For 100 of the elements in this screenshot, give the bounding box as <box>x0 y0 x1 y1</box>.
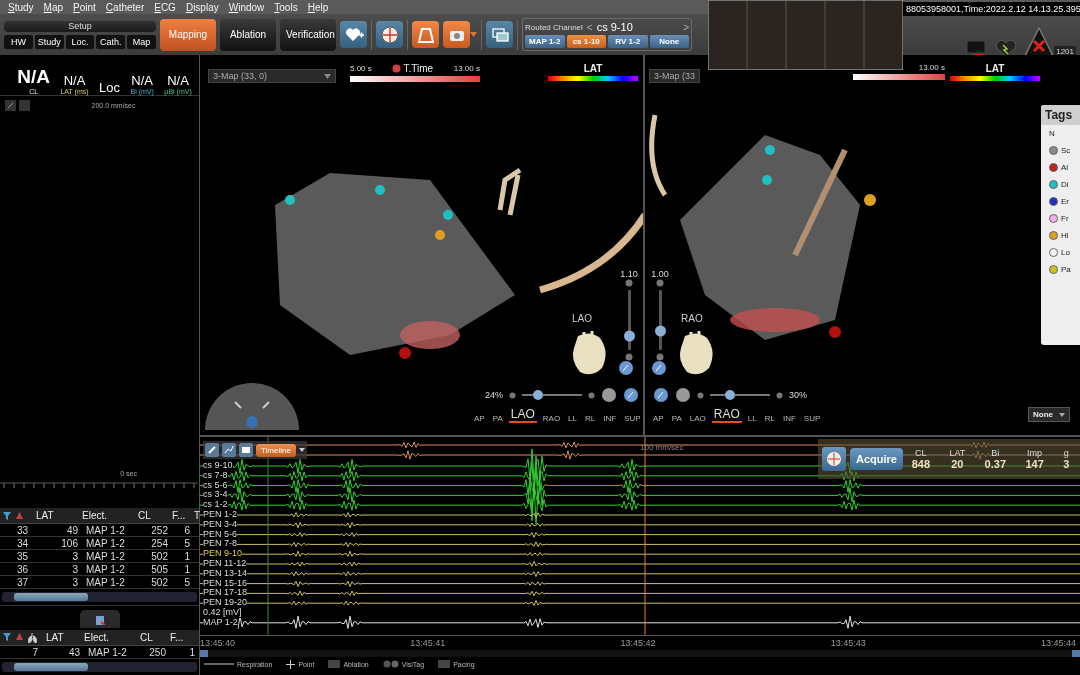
setup-tab[interactable]: Map <box>127 34 156 49</box>
table-cell-text: 1 <box>183 550 191 562</box>
scrollbar[interactable] <box>200 650 1080 657</box>
table-cell-text: MAP 1-2 <box>85 576 126 588</box>
view-button[interactable]: INF <box>601 414 619 423</box>
table-cell-text: 1 <box>183 563 191 575</box>
sphere-icon[interactable] <box>675 387 691 403</box>
column-header[interactable]: LAT <box>32 510 82 521</box>
view-button[interactable]: RAO <box>540 414 563 423</box>
channel-option[interactable]: RV 1-2 <box>608 35 648 48</box>
menu-item[interactable]: Help <box>303 1 335 13</box>
tag-icon <box>16 511 23 519</box>
wrench-icon <box>207 445 217 455</box>
rotate-icon[interactable] <box>618 360 634 376</box>
scrollbar[interactable] <box>2 662 197 672</box>
acquire-button[interactable]: Acquire <box>850 448 903 470</box>
column-header[interactable]: F... <box>172 510 194 521</box>
view-button[interactable]: RL <box>583 414 598 423</box>
heart-icon <box>994 38 1019 57</box>
tool-button[interactable] <box>239 443 253 457</box>
table-cell-text: 254 <box>150 537 169 549</box>
menu-item[interactable]: Point <box>69 1 102 13</box>
scale-label: LAT <box>984 63 1006 74</box>
plus-icon <box>588 391 595 399</box>
channel-option[interactable]: None <box>649 35 689 48</box>
channel-label: PEN 13-14 <box>203 568 248 579</box>
view-button[interactable]: AP <box>651 414 666 423</box>
map-selector[interactable]: 3-Map (33, 0) <box>208 69 336 83</box>
table-cell-text: 6 <box>183 524 191 536</box>
field-label: Routed Channel <box>525 22 583 32</box>
view-button[interactable]: LL <box>566 414 579 423</box>
table-cell-text: MAP 1-2 <box>85 550 126 562</box>
map-selector[interactable]: 3-Map (33 <box>649 69 701 83</box>
column-header[interactable]: F... <box>170 632 199 643</box>
channel-option[interactable]: MAP 1-2 <box>525 35 565 48</box>
table-cell-text: 33 <box>15 524 29 536</box>
mode-tab[interactable]: Ablation <box>220 18 276 51</box>
view-button[interactable]: SUP <box>801 414 823 423</box>
tool-button[interactable] <box>376 21 403 48</box>
filter-dropdown[interactable]: None <box>1028 407 1070 422</box>
table-cell-text: 3 <box>71 563 79 575</box>
compass-button[interactable] <box>822 447 846 471</box>
view-button[interactable]: PA <box>669 414 684 423</box>
column-header[interactable]: CL <box>140 632 170 643</box>
rotate-icon[interactable] <box>623 387 639 403</box>
lungs-icon <box>28 632 37 643</box>
previous-button[interactable]: < <box>586 21 593 33</box>
channel-label: MAP 1-2 <box>203 617 238 628</box>
tool-button[interactable] <box>340 21 367 48</box>
tag-icon <box>16 632 23 640</box>
setup-tab[interactable]: Study <box>34 34 64 49</box>
view-button[interactable]: PA <box>490 414 505 423</box>
setup-tab[interactable]: Cath. <box>96 34 126 49</box>
tag-tab[interactable] <box>79 610 120 628</box>
menu-item[interactable]: Map <box>39 1 70 13</box>
menu-item[interactable]: Window <box>224 1 271 13</box>
next-button[interactable]: > <box>683 21 689 33</box>
view-button[interactable]: LAO <box>687 414 708 423</box>
tag-label: Sc <box>1061 146 1071 155</box>
table-cell-text: 36 <box>15 563 29 575</box>
tool-button[interactable] <box>205 443 219 457</box>
menu-item[interactable]: Study <box>4 1 40 13</box>
box-swatch <box>438 660 451 668</box>
setup-tab[interactable]: HW <box>4 34 33 49</box>
tool-button[interactable] <box>412 21 439 48</box>
column-header: LAT <box>948 448 967 458</box>
view-button[interactable]: SUP <box>622 414 643 423</box>
view-button[interactable]: AP <box>472 414 487 423</box>
minus-icon <box>697 391 704 399</box>
tool-button[interactable] <box>486 21 513 48</box>
time-tick: 13:45:41 <box>410 638 446 648</box>
menu-item[interactable]: ECG <box>150 1 182 13</box>
cursor-line[interactable] <box>644 437 646 635</box>
scrollbar[interactable] <box>2 592 197 602</box>
column-header[interactable]: LAT <box>42 632 84 643</box>
column-header[interactable]: CL <box>138 510 172 521</box>
table-cell-text: 1 <box>188 646 196 658</box>
tool-button[interactable] <box>222 443 236 457</box>
mode-tab[interactable]: Verification <box>280 18 336 51</box>
view-button[interactable]: LL <box>745 414 759 423</box>
rotate-icon[interactable] <box>653 387 669 403</box>
setup-tab[interactable]: Loc. <box>65 34 95 49</box>
caret-icon[interactable] <box>298 448 305 452</box>
menu-item[interactable]: Tools <box>270 1 304 13</box>
tool-button[interactable] <box>443 21 470 48</box>
rotate-icon[interactable] <box>651 360 667 376</box>
view-button[interactable]: INF <box>780 414 798 423</box>
menu-item[interactable]: Display <box>181 1 225 13</box>
navigation-dial[interactable] <box>205 380 299 430</box>
view-button[interactable]: RL <box>762 414 777 423</box>
view-button[interactable]: LAO <box>508 407 537 423</box>
sphere-icon[interactable] <box>601 387 617 403</box>
channel-label: PEN 1-2 <box>203 510 237 520</box>
rings-swatch <box>382 660 399 668</box>
menu-item[interactable]: Catheter <box>101 1 151 13</box>
column-header[interactable]: T <box>194 510 201 521</box>
channel-label: cs 1-2 <box>203 500 228 510</box>
column-header[interactable]: Elect. <box>82 510 138 521</box>
view-button[interactable]: RAO <box>711 407 742 423</box>
column-header[interactable]: Elect. <box>84 632 140 643</box>
